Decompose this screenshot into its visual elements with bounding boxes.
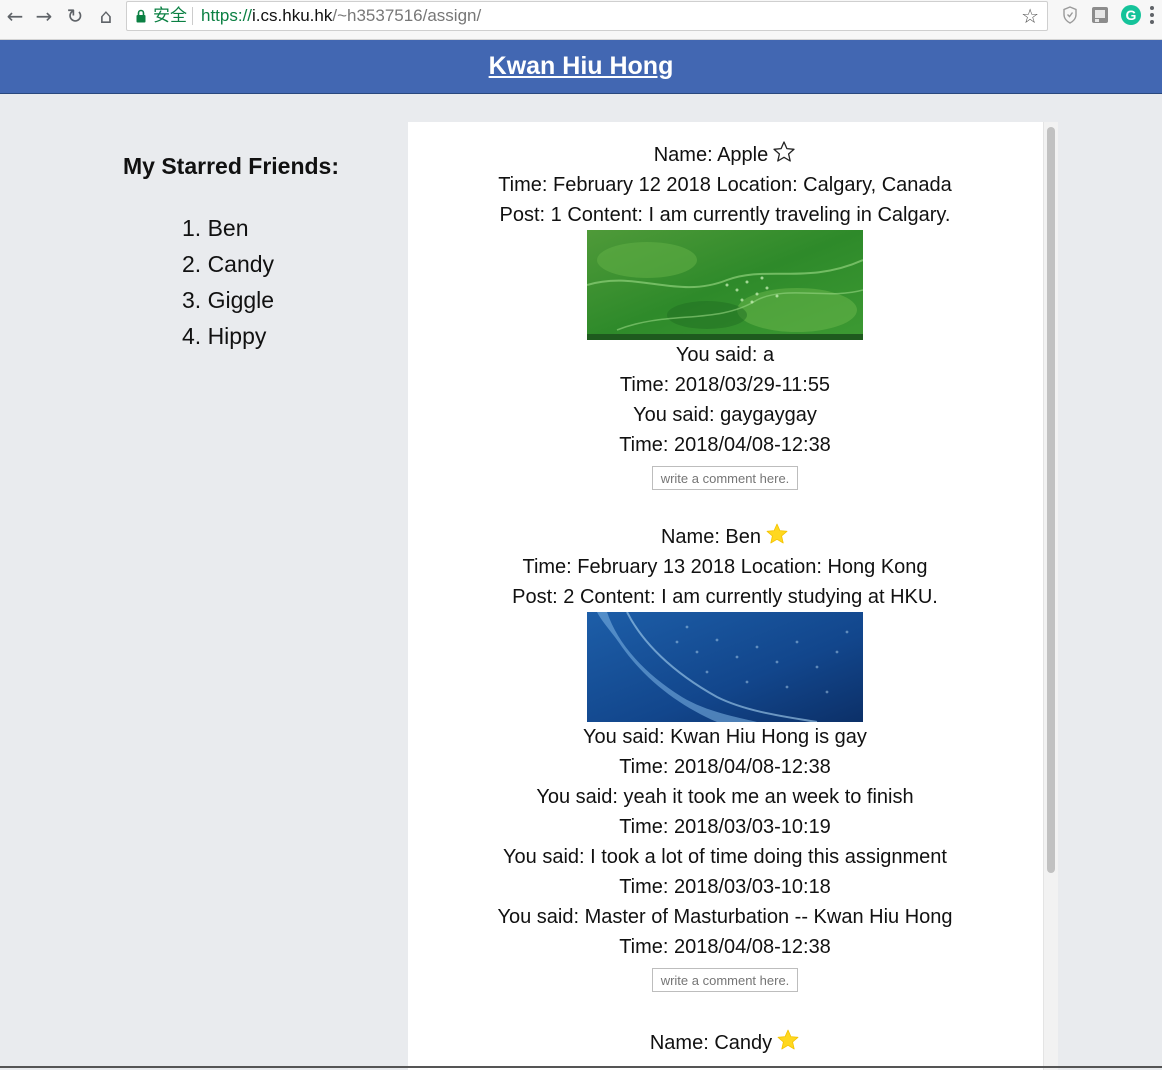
post-feed: Name: Apple Time: February 12 2018 Locat… <box>408 122 1058 1070</box>
address-separator <box>192 7 193 25</box>
back-arrow-icon[interactable]: ← <box>2 4 28 28</box>
post-name-line: Name: Candy <box>408 1028 1042 1058</box>
browser-toolbar: ← → ↻ ⌂ 安全 https://i.cs.hku.hk/~h3537516… <box>0 0 1162 40</box>
feed-content: Name: Apple Time: February 12 2018 Locat… <box>408 140 1042 1058</box>
starred-friend-item: 3. Giggle <box>182 287 275 313</box>
shield-extension-icon[interactable] <box>1060 5 1080 25</box>
bookmark-star-icon[interactable]: ☆ <box>1021 4 1039 28</box>
comment-text: You said: a <box>675 344 775 366</box>
feed-scrollbar-thumb[interactable] <box>1047 127 1055 873</box>
post-image-calgary <box>587 230 863 340</box>
site-header: Kwan Hiu Hong <box>0 40 1162 94</box>
post-name-line: Name: Ben <box>408 522 1042 552</box>
grammarly-extension-icon[interactable]: G <box>1121 5 1141 25</box>
secure-label: 安全 <box>153 6 187 26</box>
comment-text: You said: Master of Masturbation -- Kwan… <box>497 906 953 928</box>
url-path: /~h3537516/assign/ <box>332 6 482 25</box>
post-content: Post: 1 Content: I am currently travelin… <box>499 204 951 226</box>
comment-input[interactable] <box>652 466 798 490</box>
address-bar[interactable]: 安全 https://i.cs.hku.hk/~h3537516/assign/… <box>126 1 1048 31</box>
window-bottom-edge <box>0 1066 1162 1068</box>
post-image-hku <box>587 612 863 722</box>
user-name-link[interactable]: Kwan Hiu Hong <box>0 52 1162 81</box>
post-card: Name: Apple Time: February 12 2018 Locat… <box>408 140 1042 490</box>
star-filled-icon[interactable] <box>765 522 789 546</box>
comment-time: Time: 2018/03/03-10:19 <box>619 816 831 838</box>
post-author-name: Name: Apple <box>653 144 769 166</box>
starred-friend-item: 1. Ben <box>182 215 249 241</box>
comment-time: Time: 2018/03/29-11:55 <box>619 374 831 396</box>
comment-time: Time: 2018/03/03-10:18 <box>619 876 831 898</box>
starred-friends-heading: My Starred Friends: <box>123 153 339 179</box>
comment-text: You said: I took a lot of time doing thi… <box>503 846 947 868</box>
starred-friends-list: 1. Ben 2. Candy 3. Giggle 4. Hippy <box>0 210 462 354</box>
url-host: i.cs.hku.hk <box>252 6 333 25</box>
feed-scrollbar[interactable] <box>1043 122 1058 1070</box>
url-protocol: https:// <box>201 6 253 25</box>
comment-time: Time: 2018/04/08-12:38 <box>619 756 831 778</box>
comment-input[interactable] <box>652 968 798 992</box>
comment-text: You said: Kwan Hiu Hong is gay <box>583 726 867 748</box>
url-text[interactable]: https://i.cs.hku.hk/~h3537516/assign/ <box>201 5 481 27</box>
star-outline-icon[interactable] <box>772 140 796 164</box>
post-author-name: Name: Candy <box>649 1032 773 1054</box>
home-icon[interactable]: ⌂ <box>93 4 119 28</box>
post-card: Name: Ben Time: February 13 2018 Locatio… <box>408 522 1042 992</box>
star-filled-icon[interactable] <box>776 1028 800 1052</box>
comment-text: You said: yeah it took me an week to fin… <box>536 786 914 808</box>
starred-friend-item: 2. Candy <box>182 251 275 277</box>
post-name-line: Name: Apple <box>408 140 1042 170</box>
post-card: Name: Candy <box>408 1028 1042 1058</box>
forward-arrow-icon[interactable]: → <box>31 4 57 28</box>
comment-time: Time: 2018/04/08-12:38 <box>619 936 831 958</box>
post-time-location: Time: February 12 2018 Location: Calgary… <box>498 174 952 196</box>
post-author-name: Name: Ben <box>660 526 762 548</box>
lock-icon <box>136 9 146 23</box>
comment-time: Time: 2018/04/08-12:38 <box>619 434 831 456</box>
comment-text: You said: gaygaygay <box>633 404 817 426</box>
post-content: Post: 2 Content: I am currently studying… <box>512 586 938 608</box>
starred-friend-item: 4. Hippy <box>182 323 267 349</box>
reload-icon[interactable]: ↻ <box>62 4 88 28</box>
notes-extension-icon[interactable] <box>1090 5 1110 25</box>
browser-menu-icon[interactable] <box>1150 6 1154 26</box>
post-time-location: Time: February 13 2018 Location: Hong Ko… <box>522 556 928 578</box>
